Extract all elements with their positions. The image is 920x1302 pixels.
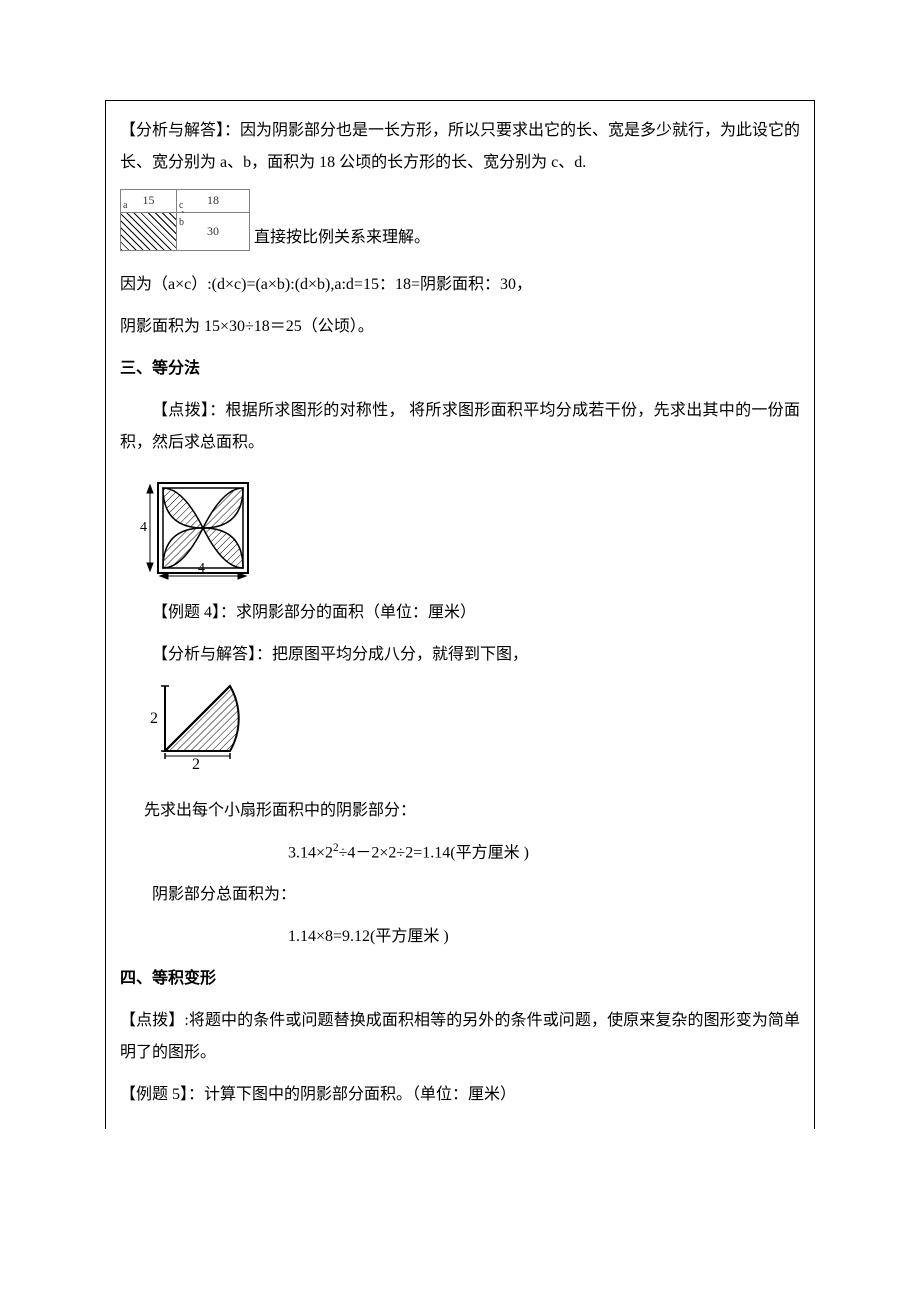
formula-2: 1.14×8=9.12(平方厘米 ) [120,921,800,953]
diag-val-15: 15 [143,191,155,210]
section-4-heading: 四、等积变形 [120,963,800,995]
eighth-dim-v: 2 [150,710,158,727]
section-3-heading: 三、等分法 [120,353,800,385]
example-5-title: 【例题 5】：计算下图中的阴影部分面积。（单位：厘米） [120,1079,800,1111]
diag-val-18: 18 [207,191,219,210]
flower-dim-v: 4 [140,520,147,535]
tip-text-3: 【点拨】：根据所求图形的对称性， 将所求图形面积平均分成若干份，先求出其中的一份… [120,395,800,459]
eighth-diagram: 2 2 [140,681,800,781]
example-4-analysis: 【分析与解答】：把原图平均分成八分，就得到下图， [120,639,800,671]
diag-label-a: a [123,198,127,214]
page: 【分析与解答】：因为阴影部分也是一长方形，所以只要求出它的长、宽是多少就行，为此… [0,0,920,1302]
eighth-dim-h: 2 [192,756,200,773]
formula-1: 3.14×22÷4－2×2÷2=1.14(平方厘米 ) [120,837,800,869]
diagram-caption: 直接按比例关系来理解。 [254,225,430,251]
diag-val-30: 30 [207,222,219,241]
diag-label-b: b [179,215,184,231]
rectangle-diagram: 15 a 18 c d b 30 [120,189,250,251]
example-4-title: 【例题 4】：求阴影部分的面积（单位：厘米） [120,597,800,629]
analysis-text-1: 【分析与解答】：因为阴影部分也是一长方形，所以只要求出它的长、宽是多少就行，为此… [120,115,800,179]
tip-text-4: 【点拨】:将题中的条件或问题替换成面积相等的另外的条件或问题，使原来复杂的图形变… [120,1005,800,1069]
flower-dim-h: 4 [198,561,205,576]
ratio-text: 因为（a×c）:(d×c)=(a×b):(d×b),a:d=15：18=阴影面积… [120,269,800,301]
total-area-intro: 阴影部分总面积为： [120,879,800,911]
flower-diagram: 4 4 [138,473,800,583]
shaded-area-result: 阴影面积为 15×30÷18＝25（公顷）。 [120,311,800,343]
rectangle-diagram-row: 15 a 18 c d b 30 [120,189,800,251]
sector-intro: 先求出每个小扇形面积中的阴影部分： [120,795,800,827]
content-cell: 【分析与解答】：因为阴影部分也是一长方形，所以只要求出它的长、宽是多少就行，为此… [105,100,815,1129]
